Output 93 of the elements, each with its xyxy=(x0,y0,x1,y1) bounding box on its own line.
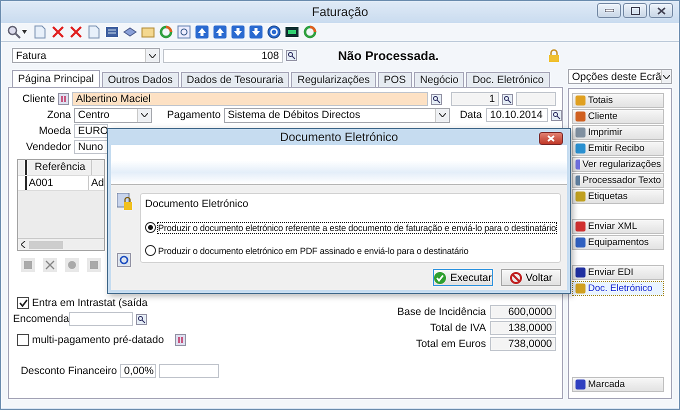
checkbox-label: Entra em Intrastat (saída xyxy=(32,297,148,309)
tab[interactable]: Doc. Eletrónico xyxy=(466,72,550,87)
side-button[interactable]: Processador Texto xyxy=(572,173,664,188)
caret-icon xyxy=(149,54,156,58)
horizontal-scrollbar[interactable] xyxy=(18,238,104,250)
document-number-field[interactable]: 108 xyxy=(163,48,283,62)
side-button[interactable]: Enviar EDI xyxy=(572,265,664,280)
document-type-dropdown[interactable]: Fatura xyxy=(12,48,160,63)
close-icon xyxy=(656,6,666,14)
client-name-field[interactable]: Albertino Maciel xyxy=(72,92,428,106)
total-field: 738,0000 xyxy=(490,337,556,351)
total-label: Total de IVA xyxy=(430,322,486,334)
side-button[interactable]: Cliente xyxy=(572,109,664,124)
total-field: 600,0000 xyxy=(490,305,556,319)
field-label: Desconto Financeiro xyxy=(20,365,117,377)
checkbox[interactable] xyxy=(17,297,29,309)
caret-icon xyxy=(663,74,670,78)
client-number-field[interactable]: 1 xyxy=(451,92,499,106)
currency-field[interactable]: EURO xyxy=(74,124,108,138)
tab[interactable]: Outros Dados xyxy=(102,72,179,87)
search-icon[interactable] xyxy=(136,314,147,324)
side-button[interactable]: Ver regularizações xyxy=(572,157,664,172)
tab[interactable]: POS xyxy=(378,72,412,87)
caret-icon[interactable] xyxy=(22,30,27,34)
screen-icon[interactable] xyxy=(285,25,299,39)
salesperson-field[interactable]: Nuno xyxy=(74,140,108,154)
tab[interactable]: Dados de Tesouraria xyxy=(180,72,290,87)
caret-icon xyxy=(438,113,446,117)
dialog-title: Documento Eletrónico xyxy=(280,130,398,144)
maximize-icon xyxy=(630,6,640,14)
field-label: Moeda xyxy=(38,125,71,137)
arrow-down-icon[interactable] xyxy=(249,25,263,39)
delete-row-icon[interactable] xyxy=(43,258,57,272)
discount-field[interactable]: 0,00% xyxy=(120,364,156,378)
caret-icon xyxy=(141,113,148,117)
field-label: Data xyxy=(460,109,482,121)
side-button[interactable]: Enviar XML xyxy=(572,219,664,234)
input-field[interactable] xyxy=(516,92,556,106)
minimize-button[interactable] xyxy=(597,3,621,18)
list-icon[interactable] xyxy=(174,334,186,346)
back-button[interactable]: Voltar xyxy=(501,269,561,286)
list-icon[interactable] xyxy=(58,93,69,105)
side-button[interactable]: Totais xyxy=(572,93,664,108)
execute-button[interactable]: Executar xyxy=(433,269,493,286)
side-button[interactable]: Etiquetas xyxy=(572,189,664,204)
side-button[interactable]: Doc. Eletrónico xyxy=(572,281,664,296)
field-label: Zona xyxy=(46,109,71,121)
minimize-icon xyxy=(604,9,614,12)
side-button[interactable]: Emitir Recibo xyxy=(572,141,664,156)
arrow-up-icon[interactable] xyxy=(195,25,209,39)
table-cell-text: Ad xyxy=(90,176,104,190)
document-status: Não Processada. xyxy=(338,48,439,62)
radio-option[interactable]: Produzir o documento eletrónico em PDF assinado e enviá-lo para o destinatário xyxy=(145,245,556,256)
check-icon xyxy=(434,272,446,284)
search-icon[interactable] xyxy=(502,94,513,104)
input-field[interactable] xyxy=(159,364,219,378)
group-title: Documento Eletrónico xyxy=(145,198,250,210)
field-label: Cliente xyxy=(21,93,55,105)
checkbox-label: multi-pagamento pré-datado xyxy=(32,334,164,346)
total-label: Base de Incidência xyxy=(397,306,486,318)
side-button[interactable]: Equipamentos xyxy=(572,235,664,250)
zone-dropdown[interactable]: Centro xyxy=(74,108,152,122)
close-button[interactable] xyxy=(649,3,673,18)
side-button[interactable]: Marcada xyxy=(572,377,664,392)
search-icon[interactable] xyxy=(431,94,442,104)
scroll-left-icon[interactable] xyxy=(21,241,26,248)
window-title: Faturação xyxy=(312,5,368,19)
checkbox[interactable] xyxy=(17,334,29,346)
field-label: Pagamento xyxy=(167,109,221,121)
close-button[interactable] xyxy=(539,132,563,145)
close-icon xyxy=(547,135,555,142)
arrow-up-icon[interactable] xyxy=(213,25,227,39)
total-field: 138,0000 xyxy=(490,321,556,335)
field-label: Vendedor xyxy=(25,141,71,153)
search-icon[interactable] xyxy=(551,110,562,120)
delete-icon[interactable] xyxy=(51,25,65,39)
order-field[interactable] xyxy=(69,312,133,326)
side-button[interactable]: Imprimir xyxy=(572,125,664,140)
radio-option[interactable]: Produzir o documento eletrónico referente a este documento de faturação e enviá-lo para o destinatário xyxy=(145,222,556,233)
search-icon[interactable] xyxy=(286,50,297,61)
delete-icon[interactable] xyxy=(69,25,83,39)
maximize-button[interactable] xyxy=(623,3,647,18)
table-cell: A001 xyxy=(26,176,90,190)
tab[interactable]: Regularizações xyxy=(291,72,376,87)
total-label: Total em Euros xyxy=(416,338,486,350)
tab[interactable]: Página Principal xyxy=(12,70,100,87)
no-entry-icon xyxy=(510,272,522,284)
screen-options-dropdown[interactable]: Opções deste Ecrã xyxy=(568,69,672,84)
tab[interactable]: Negócio xyxy=(414,72,464,87)
date-field[interactable]: 10.10.2014 xyxy=(486,108,548,122)
search-icon[interactable] xyxy=(7,25,21,39)
payment-dropdown[interactable]: Sistema de Débitos Directos xyxy=(224,108,450,122)
arrow-down-icon[interactable] xyxy=(231,25,245,39)
